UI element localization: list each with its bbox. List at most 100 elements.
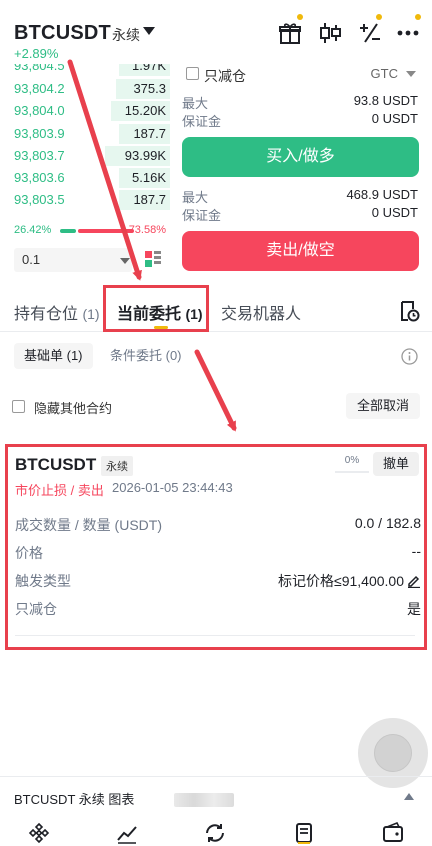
sell-ratio: 73.58% <box>128 224 166 236</box>
reduce-only-checkbox[interactable] <box>186 67 199 80</box>
notification-dot <box>415 14 421 20</box>
hide-other-contracts-label: 隐藏其他合约 <box>34 401 113 416</box>
notification-dot <box>297 14 303 20</box>
sell-margin-value: 0 USDT <box>371 205 418 220</box>
edit-icon[interactable] <box>407 574 421 588</box>
trigger-type-value: 标记价格≤91,400.00 <box>278 573 404 589</box>
gift-icon[interactable] <box>277 20 303 46</box>
price-value: -- <box>411 543 421 559</box>
contract-type-label[interactable]: 永续 <box>112 25 140 45</box>
reduce-only-label: 只减仓 <box>204 68 246 84</box>
orderbook-price: 93,803.9 <box>14 125 65 141</box>
filled-qty-value: 0.0 / 182.8 <box>354 515 421 531</box>
order-detail-row: 只减仓 是 <box>15 599 421 619</box>
home-icon[interactable] <box>28 822 50 844</box>
hide-other-contracts-checkbox[interactable] <box>12 400 25 413</box>
orderbook-row[interactable]: 93,803.9 187.7 <box>0 122 170 144</box>
reduce-only-detail-label: 只减仓 <box>15 601 57 617</box>
precision-select[interactable]: 0.1 <box>14 248 132 272</box>
tab-positions-label: 持有仓位 <box>14 306 79 323</box>
orders-tabs: 持有仓位 (1) 当前委托 (1) 交易机器人 <box>0 290 432 332</box>
orderbook-price: 93,803.5 <box>14 192 65 208</box>
trigger-type-label: 触发类型 <box>15 573 71 589</box>
buy-margin-value: 0 USDT <box>371 111 418 126</box>
sell-max-row: 最大 468.9 USDT <box>182 187 420 205</box>
orderbook-row[interactable]: 93,804.5 1.97K <box>0 64 170 77</box>
sell-max-value: 468.9 USDT <box>346 187 418 202</box>
markets-icon[interactable] <box>116 822 138 844</box>
orderbook-layout-icon[interactable] <box>144 250 162 268</box>
orderbook-row[interactable]: 93,804.2 375.3 <box>0 77 170 99</box>
info-icon[interactable] <box>401 348 418 365</box>
subtab-conditional-orders[interactable]: 条件委托 (0) <box>110 343 182 369</box>
buy-margin-label: 保证金 <box>182 114 222 129</box>
calculator-icon[interactable] <box>357 20 383 46</box>
wallet-icon[interactable] <box>382 822 404 844</box>
chart-strip-label: BTCUSDT 永续 图表 <box>14 792 135 807</box>
price-label: 价格 <box>15 545 43 561</box>
tab-positions-count: (1) <box>82 306 100 322</box>
orderbook-price: 93,804.2 <box>14 81 65 96</box>
orderbook-price: 93,803.7 <box>14 147 65 163</box>
symbol-dropdown-caret-icon[interactable] <box>143 27 155 35</box>
sell-short-button[interactable]: 卖出/做空 <box>182 231 419 271</box>
order-contract-type: 永续 <box>101 456 133 476</box>
buy-ratio-bar <box>60 229 76 233</box>
order-type-subtabs: 基础单 (1) 条件委托 (0) <box>0 340 432 372</box>
chevron-down-icon[interactable] <box>120 258 130 264</box>
orderbook-qty: 187.7 <box>133 192 166 208</box>
orderbook-price: 93,804.0 <box>14 103 65 119</box>
buy-long-button[interactable]: 买入/做多 <box>182 137 419 177</box>
order-fill-progress-bar <box>335 471 369 473</box>
cancel-order-button[interactable]: 撤单 <box>373 452 419 476</box>
buy-sell-ratio: 26.42% 73.58% <box>0 224 170 240</box>
orderbook-price: 93,803.6 <box>14 170 65 186</box>
cancel-all-button[interactable]: 全部取消 <box>346 393 420 419</box>
blurred-content <box>174 793 234 807</box>
orderbook-qty: 93.99K <box>124 147 166 163</box>
buy-ratio: 26.42% <box>14 224 52 236</box>
buy-max-row: 最大 93.8 USDT <box>182 93 420 111</box>
sell-max-label: 最大 <box>182 190 209 205</box>
orderbook: 93,804.5 1.97K 93,804.2 375.3 93,804.0 15.20K… <box>0 64 170 224</box>
orderbook-row[interactable]: 93,803.6 5.16K <box>0 166 170 189</box>
buy-max-label: 最大 <box>182 96 209 111</box>
tab-positions[interactable]: 持有仓位 (1) <box>14 300 100 324</box>
annotation-box-open-orders-tab <box>103 285 209 332</box>
orderbook-qty: 15.20K <box>124 103 166 119</box>
symbol-title[interactable]: BTCUSDT <box>14 22 111 45</box>
chevron-down-icon[interactable] <box>406 71 416 77</box>
order-detail-row: 成交数量 / 数量 (USDT) 0.0 / 182.8 <box>15 515 421 535</box>
order-type: 市价止损 / 卖出 <box>15 483 104 498</box>
tab-trading-bots[interactable]: 交易机器人 <box>221 300 301 324</box>
trade-icon[interactable] <box>204 822 226 844</box>
order-symbol: BTCUSDT <box>15 455 97 474</box>
order-detail-row: 价格 -- <box>15 543 421 563</box>
buy-max-value: 93.8 USDT <box>353 93 418 108</box>
order-fill-progress: 0% <box>344 455 360 466</box>
trigger-type-value-wrap: 标记价格≤91,400.00 <box>278 571 421 591</box>
orderbook-qty: 1.97K <box>132 64 166 73</box>
order-history-icon[interactable] <box>398 300 420 322</box>
sell-ratio-bar <box>78 229 134 233</box>
time-in-force-select[interactable]: GTC <box>371 66 398 81</box>
filled-qty-label: 成交数量 / 数量 (USDT) <box>15 517 162 533</box>
chevron-up-icon[interactable] <box>404 793 414 800</box>
chart-strip[interactable]: BTCUSDT 永续 图表 <box>0 776 432 814</box>
reduce-only-row[interactable]: 只减仓 GTC <box>182 64 420 84</box>
more-icon[interactable] <box>395 20 421 46</box>
order-time: 2026-01-05 23:44:43 <box>112 480 233 495</box>
orderbook-qty: 375.3 <box>133 81 166 96</box>
buy-margin-row: 保证金 0 USDT <box>182 111 420 129</box>
order-detail-row: 触发类型 标记价格≤91,400.00 <box>15 571 421 591</box>
orderbook-row[interactable]: 93,803.5 187.7 <box>0 188 170 211</box>
subtab-basic-orders[interactable]: 基础单 (1) <box>14 343 93 369</box>
orderbook-row[interactable]: 93,804.0 15.20K <box>0 99 170 122</box>
candlestick-icon[interactable] <box>317 20 343 46</box>
notification-dot <box>376 14 382 20</box>
orderbook-qty: 5.16K <box>132 170 166 186</box>
orderbook-row[interactable]: 93,803.7 93.99K <box>0 144 170 166</box>
open-order-card: BTCUSDT 永续 0% 撤单 市价止损 / 卖出 2026-01-05 23… <box>5 444 427 650</box>
divider <box>15 635 415 636</box>
futures-icon[interactable] <box>294 822 316 844</box>
